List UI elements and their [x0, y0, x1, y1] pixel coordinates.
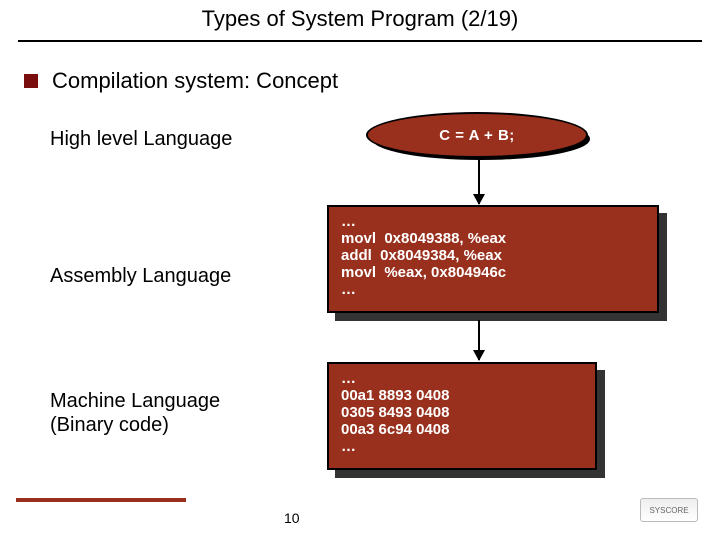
page-number: 10	[284, 510, 300, 526]
high-level-box: C = A + B;	[366, 112, 590, 160]
logo-badge: SYSCORE	[640, 498, 698, 522]
bullet-text: Compilation system: Concept	[52, 68, 338, 94]
assembly-code: … movl 0x8049388, %eax addl 0x8049384, %…	[327, 205, 659, 313]
slide-title: Types of System Program (2/19)	[0, 6, 720, 32]
arrow-head-icon	[473, 194, 485, 205]
arrow-1	[478, 160, 480, 204]
bullet-icon	[24, 74, 38, 88]
arrow-2	[478, 320, 480, 360]
arrow-head-icon	[473, 350, 485, 361]
machine-code: … 00a1 8893 0408 0305 8493 0408 00a3 6c9…	[327, 362, 597, 470]
title-divider	[18, 40, 702, 42]
label-high-level: High level Language	[50, 128, 232, 151]
ellipse: C = A + B;	[366, 112, 588, 158]
footer-accent	[16, 498, 186, 502]
high-level-code: C = A + B;	[439, 127, 515, 144]
label-assembly: Assembly Language	[50, 265, 231, 288]
bullet-row: Compilation system: Concept	[24, 68, 338, 94]
label-machine: Machine Language (Binary code)	[50, 389, 220, 437]
